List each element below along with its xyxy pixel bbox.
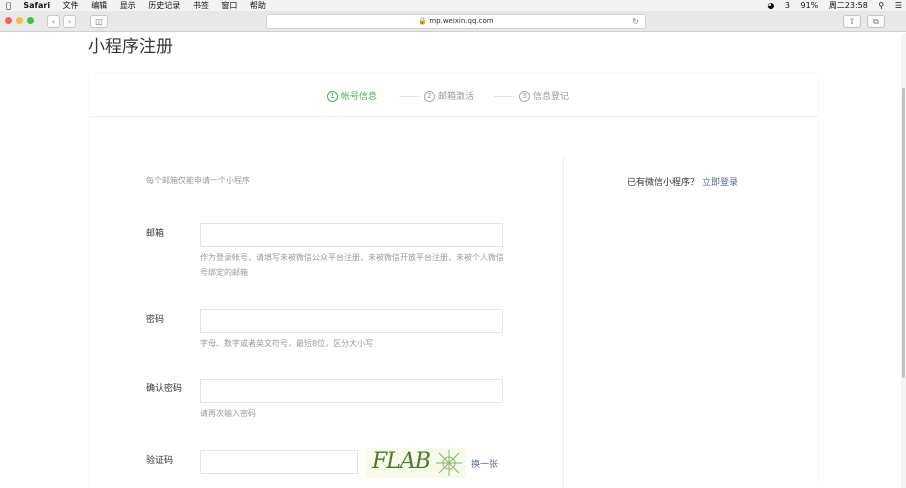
lock-icon: 🔒 — [418, 17, 428, 25]
app-menu[interactable]: Safari — [23, 0, 50, 11]
step-label: 帐号信息 — [341, 92, 378, 102]
menu-view[interactable]: 显示 — [120, 0, 136, 11]
reload-icon[interactable]: ↻ — [632, 15, 639, 28]
ime-indicator[interactable]: 3 — [785, 0, 790, 11]
column-divider — [563, 156, 564, 488]
menu-edit[interactable]: 编辑 — [91, 0, 107, 11]
search-icon[interactable]: ⚲ — [878, 0, 884, 11]
page-scrollbar-thumb[interactable] — [902, 88, 905, 378]
menu-window[interactable]: 窗口 — [221, 0, 237, 11]
browser-toolbar: ‹ › ◫ 🔒 mp.weixin.qq.com ↻ ⇧ ⧉ — [0, 11, 906, 32]
menu-file[interactable]: 文件 — [63, 0, 79, 11]
email-field[interactable] — [200, 223, 503, 247]
menu-bookmarks[interactable]: 书签 — [193, 0, 209, 11]
menu-help[interactable]: 帮助 — [250, 0, 266, 11]
share-icon: ⇧ — [848, 17, 856, 26]
menu-history[interactable]: 历史记录 — [148, 0, 180, 11]
address-bar[interactable]: 🔒 mp.weixin.qq.com ↻ — [266, 14, 646, 29]
email-label: 邮箱 — [146, 229, 165, 239]
login-hint: 已有微信小程序？ 立即登录 — [627, 175, 738, 188]
step-connector — [494, 96, 514, 97]
forward-button[interactable]: › — [63, 15, 76, 28]
close-window-button[interactable] — [5, 17, 12, 24]
login-hint-text: 已有微信小程序？ — [627, 178, 700, 188]
refresh-captcha-link[interactable]: 换一张 — [471, 457, 498, 470]
clock[interactable]: 周二23:58 — [829, 0, 868, 11]
zoom-window-button[interactable] — [27, 17, 34, 24]
step-label: 邮箱激活 — [438, 92, 475, 102]
step-indicator: 1 帐号信息 2 邮箱激活 3 信息登记 — [89, 73, 818, 117]
tabs-button[interactable]: ⧉ — [867, 15, 885, 28]
menu-list-icon[interactable]: ☰ — [895, 0, 902, 11]
chevron-left-icon: ‹ — [51, 17, 56, 26]
share-button[interactable]: ⇧ — [843, 15, 861, 28]
confirm-password-tip: 请再次输入密码 — [200, 409, 256, 418]
menu-bar-status: ◕ 3 91% 周二23:58 ⚲ ☰ — [759, 0, 902, 11]
captcha-image[interactable]: FLAB — [366, 448, 466, 478]
menu-bar:  Safari 文件 编辑 显示 历史记录 书签 窗口 帮助 ◕ 3 91% … — [0, 0, 906, 11]
sidebar-toggle-button[interactable]: ◫ — [90, 15, 108, 28]
step-account-info: 1 帐号信息 — [327, 89, 377, 102]
captcha-field[interactable] — [200, 450, 358, 474]
captcha-label: 验证码 — [146, 456, 174, 466]
form-intro: 每个邮箱仅能申请一个小程序 — [146, 176, 250, 185]
email-tip: 作为登录帐号，请填写未被微信公众平台注册，未被微信开放平台注册，未被个人微信号绑… — [200, 253, 504, 277]
registration-card: 1 帐号信息 2 邮箱激活 3 信息登记 每个邮箱仅能申请一个小程序 已有微信小程序？… — [89, 73, 818, 488]
password-label: 密码 — [146, 315, 165, 325]
apple-icon[interactable]:  — [6, 0, 11, 11]
step-connector — [399, 96, 419, 97]
step-info-registration: 3 信息登记 — [519, 89, 569, 102]
page-title: 小程序注册 — [88, 37, 173, 57]
step-email-activation: 2 邮箱激活 — [424, 89, 474, 102]
step-label: 信息登记 — [533, 92, 570, 102]
menu-bar-left:  Safari 文件 编辑 显示 历史记录 书签 窗口 帮助 — [6, 0, 276, 11]
address-url: mp.weixin.qq.com — [429, 17, 494, 25]
captcha-decoration-icon — [436, 450, 462, 476]
password-tip: 字母、数字或者英文符号，最短8位，区分大小写 — [200, 339, 374, 348]
sidebar-icon: ◫ — [95, 17, 103, 26]
back-button[interactable]: ‹ — [47, 15, 60, 28]
confirm-password-label: 确认密码 — [146, 384, 183, 394]
password-field[interactable] — [200, 309, 503, 333]
login-link[interactable]: 立即登录 — [702, 178, 738, 188]
minimize-window-button[interactable] — [16, 17, 23, 24]
battery-percent[interactable]: 91% — [800, 0, 818, 11]
tabs-icon: ⧉ — [873, 17, 879, 26]
step-number: 2 — [424, 91, 435, 102]
wifi-icon[interactable]: ◕ — [767, 0, 774, 11]
step-number: 1 — [327, 91, 338, 102]
step-number: 3 — [519, 91, 530, 102]
captcha-text: FLAB — [372, 449, 431, 474]
confirm-password-field[interactable] — [200, 379, 503, 403]
chevron-right-icon: › — [67, 17, 72, 26]
